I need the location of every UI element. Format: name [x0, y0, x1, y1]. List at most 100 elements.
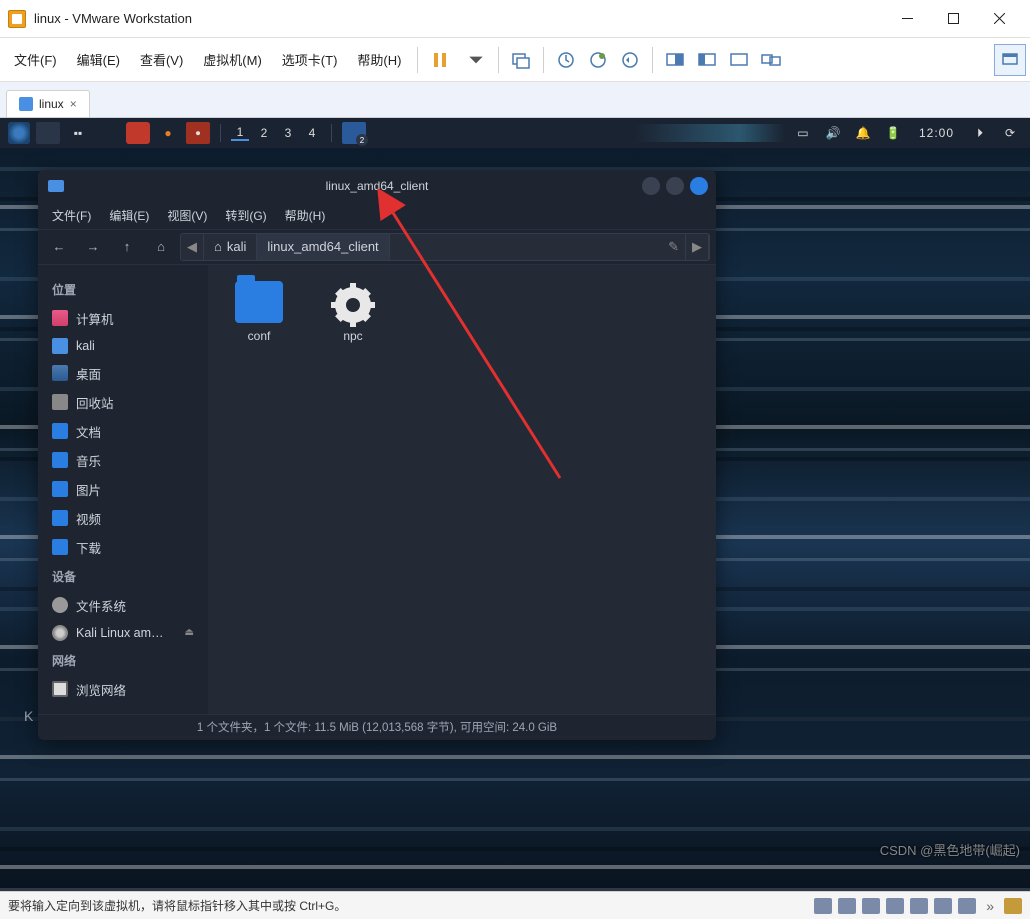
sidebar-network-header: 网络	[44, 646, 202, 675]
fm-menu-help[interactable]: 帮助(H)	[277, 203, 334, 228]
menu-file[interactable]: 文件(F)	[4, 44, 67, 75]
menu-view[interactable]: 查看(V)	[130, 44, 193, 75]
eject-button[interactable]: ⏏	[185, 627, 194, 638]
sidebar-place-8[interactable]: 下载	[44, 533, 202, 562]
firefox-icon[interactable]: ●	[156, 122, 180, 144]
file-manager-window: linux_amd64_client 文件(F) 编辑(E) 视图(V) 转到(…	[38, 170, 716, 740]
breadcrumb-prev[interactable]: ◀	[181, 234, 204, 260]
desktop-icon	[52, 365, 68, 381]
snapshot-manage-button[interactable]	[582, 44, 614, 76]
panel-taskbar-icon[interactable]: 2	[342, 122, 366, 144]
panel-badge: 2	[356, 134, 368, 146]
fm-menu-view[interactable]: 视图(V)	[159, 203, 215, 228]
recorder-icon[interactable]: ⏺	[186, 122, 210, 144]
sidebar-item-label: 文档	[76, 422, 101, 441]
device-usb-icon[interactable]	[886, 898, 904, 914]
device-cd-icon[interactable]	[838, 898, 856, 914]
breadcrumb-next[interactable]: ▶	[686, 234, 709, 260]
snapshot-revert-button[interactable]	[614, 44, 646, 76]
sidebar-place-1[interactable]: kali	[44, 333, 202, 359]
fm-minimize-button[interactable]	[642, 177, 660, 195]
breadcrumb-home[interactable]: ⌂ kali	[204, 234, 257, 260]
view-stretch-button[interactable]	[723, 44, 755, 76]
maximize-button[interactable]	[930, 3, 976, 35]
layout-icon[interactable]: ▭	[791, 122, 815, 144]
computer-icon	[52, 310, 68, 326]
menu-help[interactable]: 帮助(H)	[347, 44, 411, 75]
fullscreen-button[interactable]	[994, 44, 1026, 76]
sidebar-place-2[interactable]: 桌面	[44, 359, 202, 388]
file-item-npc[interactable]: npc	[318, 281, 388, 343]
workspace-2[interactable]: 2	[255, 126, 273, 140]
sidebar-place-6[interactable]: 图片	[44, 475, 202, 504]
sidebar-place-3[interactable]: 回收站	[44, 388, 202, 417]
menu-vm[interactable]: 虚拟机(M)	[193, 44, 272, 75]
sidebar-item-label: kali	[76, 339, 95, 353]
fm-titlebar[interactable]: linux_amd64_client	[38, 170, 716, 202]
kali-menu-icon[interactable]	[8, 122, 30, 144]
watermark-text: CSDN @黑色地带(崛起)	[880, 840, 1020, 859]
nav-up-button[interactable]: ↑	[112, 233, 142, 261]
close-button[interactable]	[976, 3, 1022, 35]
vmware-statusbar: 要将输入定向到该虚拟机，请将鼠标指针移入其中或按 Ctrl+G。 »	[0, 891, 1030, 919]
terminal-icon[interactable]	[96, 122, 120, 144]
fm-close-button[interactable]	[690, 177, 708, 195]
notifications-icon[interactable]: 🔔	[851, 122, 875, 144]
fm-menu-file[interactable]: 文件(F)	[44, 203, 99, 228]
sidebar-device-1[interactable]: Kali Linux am… ⏏	[44, 620, 202, 646]
sidebar-item-label: Kali Linux am…	[76, 626, 164, 640]
device-more-button[interactable]: »	[982, 898, 998, 914]
workspace-1[interactable]: 1	[231, 125, 249, 141]
fm-menu-go[interactable]: 转到(G)	[217, 203, 274, 228]
pause-button[interactable]	[424, 44, 456, 76]
message-log-icon[interactable]	[1004, 898, 1022, 914]
device-hdd-icon[interactable]	[814, 898, 832, 914]
view-console-button[interactable]	[659, 44, 691, 76]
device-display-icon[interactable]	[958, 898, 976, 914]
sidebar-network-0[interactable]: 浏览网络	[44, 675, 202, 704]
workspace-4[interactable]: 4	[303, 126, 321, 140]
minimize-button[interactable]	[884, 3, 930, 35]
view-unity-button[interactable]	[691, 44, 723, 76]
send-cad-button[interactable]	[505, 44, 537, 76]
fm-menu-edit[interactable]: 编辑(E)	[101, 203, 157, 228]
sidebar-place-7[interactable]: 视频	[44, 504, 202, 533]
sidebar-device-0[interactable]: 文件系统	[44, 591, 202, 620]
panel-clock[interactable]: 12:00	[919, 126, 954, 140]
fm-maximize-button[interactable]	[666, 177, 684, 195]
vm-guest-display[interactable]: ▪▪ ● ⏺ 1 2 3 4 2 ▭ 🔊 🔔 🔋 12:00 ⏵ ⟳ K	[0, 118, 1030, 891]
volume-icon[interactable]: 🔊	[821, 122, 845, 144]
snapshot-button[interactable]	[550, 44, 582, 76]
fm-content-area[interactable]: conf npc	[208, 265, 716, 714]
panel-window1-icon[interactable]	[36, 122, 60, 144]
battery-icon[interactable]: 🔋	[881, 122, 905, 144]
file-item-label: npc	[343, 329, 362, 343]
power-dropdown[interactable]	[460, 44, 492, 76]
file-item-conf[interactable]: conf	[224, 281, 294, 343]
workspace-3[interactable]: 3	[279, 126, 297, 140]
device-net-icon[interactable]	[862, 898, 880, 914]
nav-home-button[interactable]: ⌂	[146, 233, 176, 261]
device-printer-icon[interactable]	[934, 898, 952, 914]
folder-icon	[52, 423, 68, 439]
vm-tab-icon	[19, 97, 33, 111]
lock-icon[interactable]: ⏵	[968, 122, 992, 144]
vm-tab-close[interactable]: ×	[70, 97, 77, 111]
path-edit-button[interactable]: ✎	[662, 234, 686, 260]
menu-tabs[interactable]: 选项卡(T)	[272, 44, 348, 75]
sidebar-place-4[interactable]: 文档	[44, 417, 202, 446]
sidebar-place-0[interactable]: 计算机	[44, 304, 202, 333]
power-icon[interactable]: ⟳	[998, 122, 1022, 144]
device-sound-icon[interactable]	[910, 898, 928, 914]
fm-sidebar: 位置 计算机kali桌面回收站文档音乐图片视频下载 设备 文件系统Kali Li…	[38, 265, 208, 714]
breadcrumb-current[interactable]: linux_amd64_client	[257, 234, 389, 260]
nav-forward-button[interactable]: →	[78, 233, 108, 261]
menu-edit[interactable]: 编辑(E)	[67, 44, 130, 75]
panel-dirs-icon[interactable]: ▪▪	[66, 122, 90, 144]
fm-toolbar: ← → ↑ ⌂ ◀ ⌂ kali linux_amd64_client ✎ ▶	[38, 230, 716, 265]
files-icon[interactable]	[126, 122, 150, 144]
nav-back-button[interactable]: ←	[44, 233, 74, 261]
sidebar-place-5[interactable]: 音乐	[44, 446, 202, 475]
vm-tab-linux[interactable]: linux ×	[6, 90, 90, 117]
view-multimon-button[interactable]	[755, 44, 787, 76]
